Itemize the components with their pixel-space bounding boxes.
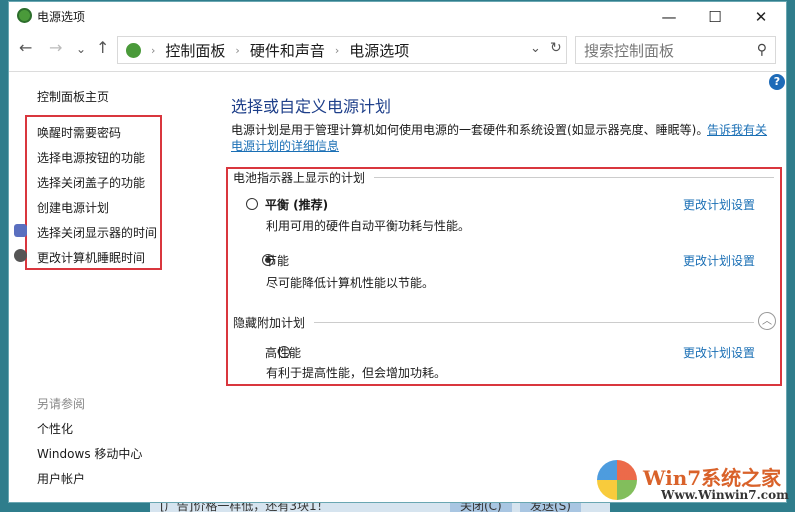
plan-name-power-saver[interactable]: 节能 — [265, 252, 289, 269]
change-plan-settings-balanced[interactable]: 更改计划设置 — [683, 196, 755, 213]
search-icon[interactable]: ⚲ — [757, 42, 767, 58]
window-title: 电源选项 — [37, 10, 86, 24]
collapse-chevron-icon[interactable]: ︿ — [758, 312, 776, 330]
change-plan-settings-high-performance[interactable]: 更改计划设置 — [683, 344, 755, 361]
ad-text: [广告]价格一样低，还有3块1！ — [160, 503, 329, 512]
sidebar-item-power-button[interactable]: 选择电源按钮的功能 — [37, 149, 145, 166]
sidebar-item-sleep[interactable]: 更改计算机睡眠时间 — [37, 249, 145, 266]
breadcrumb-separator: › — [151, 43, 156, 57]
close-background-button[interactable]: 关闭(C) — [450, 503, 512, 512]
plan-name-high-performance[interactable]: 高性能 — [265, 344, 301, 361]
plan-desc-power-saver: 尽可能降低计算机性能以节能。 — [266, 276, 435, 290]
see-also-user-accounts[interactable]: 用户帐户 — [37, 470, 85, 487]
section-divider — [314, 322, 754, 323]
send-background-button[interactable]: 发送(S) — [520, 503, 581, 512]
breadcrumb-separator: › — [334, 43, 340, 57]
learn-more-link-2[interactable]: 电源计划的详细信息 — [231, 137, 339, 154]
up-button[interactable]: ↑ — [96, 38, 109, 57]
power-plug-icon — [17, 8, 32, 23]
see-also-mobility-center[interactable]: Windows 移动中心 — [37, 445, 142, 462]
plan-desc-balanced: 利用可用的硬件自动平衡功耗与性能。 — [266, 219, 471, 233]
watermark-logo — [597, 460, 637, 500]
section-divider — [374, 177, 774, 178]
change-plan-settings-power-saver[interactable]: 更改计划设置 — [683, 252, 755, 269]
sidebar-item-create-plan[interactable]: 创建电源计划 — [37, 199, 109, 216]
breadcrumb-separator: › — [235, 43, 240, 57]
forward-button[interactable]: → — [49, 38, 62, 57]
refresh-button[interactable]: ↻ — [550, 40, 562, 56]
sidebar-item-lid[interactable]: 选择关闭盖子的功能 — [37, 174, 145, 191]
watermark-brand: Win7系统之家 — [643, 466, 782, 490]
breadcrumb-power-options[interactable]: 电源选项 — [349, 40, 409, 61]
see-also-heading: 另请参阅 — [37, 397, 86, 411]
moon-icon — [14, 249, 27, 262]
search-placeholder: 搜索控制面板 — [584, 41, 675, 60]
breadcrumb-control-panel[interactable]: 控制面板 — [165, 40, 225, 61]
control-panel-icon — [126, 42, 141, 58]
search-input[interactable]: 搜索控制面板 ⚲ — [575, 36, 776, 64]
background-strip: [广告]价格一样低，还有3块1！ 关闭(C) 发送(S) — [150, 503, 610, 512]
power-options-window: 电源选项 — ☐ ✕ ← → ⌄ ↑ › 控制面板 › 硬件和声音 › 电源选项… — [8, 1, 789, 503]
sidebar-item-display-off[interactable]: 选择关闭显示器的时间 — [37, 224, 157, 241]
maximize-button[interactable]: ☐ — [692, 2, 738, 32]
shield-icon — [14, 224, 27, 237]
minimize-button[interactable]: — — [646, 2, 692, 32]
hidden-plans-heading: 隐藏附加计划 — [233, 316, 306, 330]
close-button[interactable]: ✕ — [738, 2, 784, 32]
help-icon[interactable]: ? — [769, 74, 785, 90]
see-also-personalization[interactable]: 个性化 — [37, 420, 73, 437]
watermark-url: Www.Winwin7.com — [661, 488, 789, 502]
sidebar-home-link[interactable]: 控制面板主页 — [37, 88, 109, 105]
page-description: 电源计划是用于管理计算机如何使用电源的一套硬件和系统设置(如显示器亮度、睡眠等)… — [231, 123, 709, 137]
plan-desc-high-performance: 有利于提高性能，但会增加功耗。 — [266, 366, 447, 380]
plan-radio-balanced[interactable] — [246, 198, 258, 210]
learn-more-link[interactable]: 告诉我有关 — [707, 121, 767, 138]
address-dropdown-button[interactable]: ⌄ — [530, 41, 541, 56]
breadcrumb-hardware-sound[interactable]: 硬件和声音 — [250, 40, 325, 61]
address-bar[interactable]: › 控制面板 › 硬件和声音 › 电源选项 ⌄ ↻ — [117, 36, 567, 64]
plan-name-balanced[interactable]: 平衡 (推荐) — [265, 196, 328, 213]
battery-plans-heading: 电池指示器上显示的计划 — [233, 171, 366, 185]
recent-locations-button[interactable]: ⌄ — [76, 42, 86, 56]
page-title: 选择或自定义电源计划 — [231, 97, 392, 116]
sidebar-item-wake-password[interactable]: 唤醒时需要密码 — [37, 124, 121, 141]
divider — [9, 71, 786, 72]
back-button[interactable]: ← — [19, 38, 32, 57]
